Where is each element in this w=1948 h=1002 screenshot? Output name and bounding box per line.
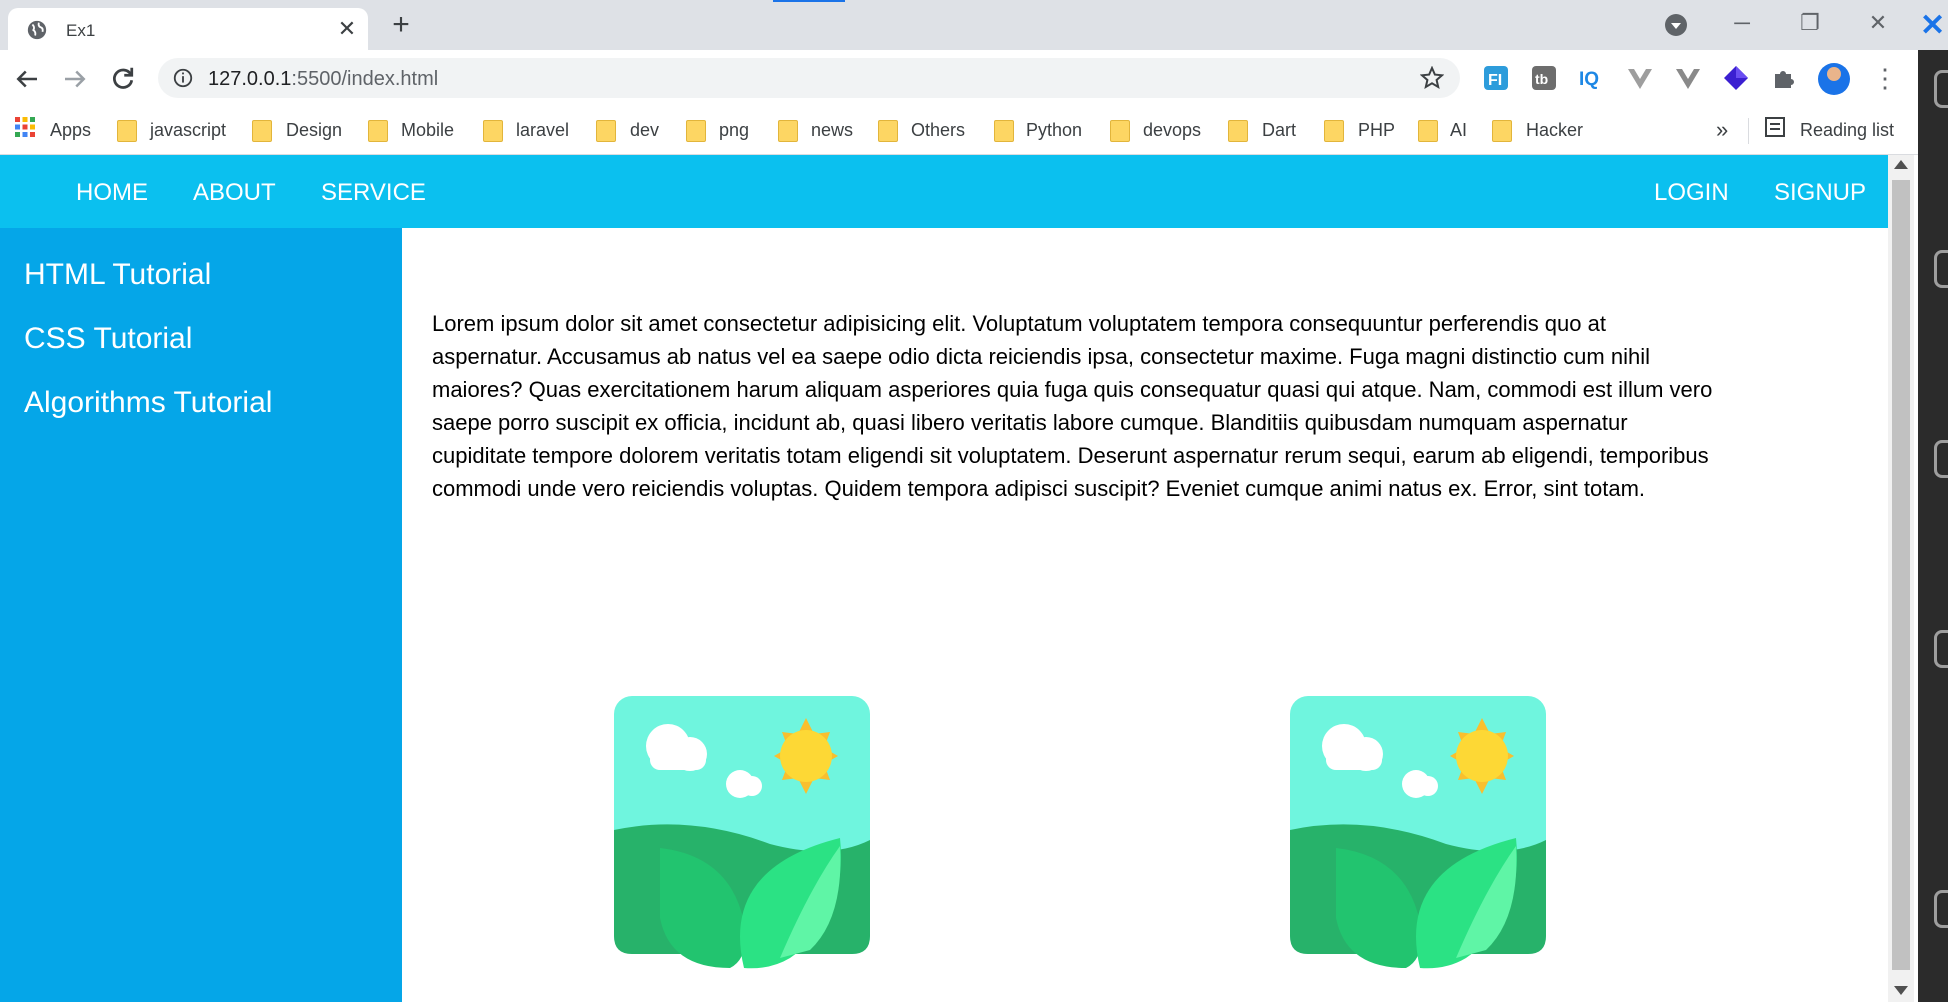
folder-icon [1418,120,1438,142]
bookmark-png[interactable]: png [719,116,749,144]
bookmark-python[interactable]: Python [1026,116,1082,144]
folder-icon [1110,120,1130,142]
nav-home-link[interactable]: HOME [76,179,148,207]
url-text[interactable]: 127.0.0.1:5500/index.html [208,68,438,91]
bookmark-javascript[interactable]: javascript [150,116,226,144]
address-bar[interactable]: 127.0.0.1:5500/index.html [158,58,1460,98]
bookmarks-bar: Apps javascript Design Mobile laravel de… [0,106,1948,155]
window-accent-strip [773,0,845,2]
puzzle-extensions-icon[interactable] [1770,64,1798,92]
bookmark-dart[interactable]: Dart [1262,116,1296,144]
tab-title: Ex1 [66,21,96,40]
globe-icon [27,20,47,40]
browser-toolbar: 127.0.0.1:5500/index.html FI tb IQ ⋮ [0,50,1948,106]
site-navbar: HOME ABOUT SERVICE LOGIN SIGNUP [0,155,1888,228]
landscape-image-icon [1290,696,1546,969]
bookmark-devops[interactable]: devops [1143,116,1201,144]
background-window-edge [1918,50,1948,1002]
bookmark-laravel[interactable]: laravel [516,116,569,144]
nav-about-link[interactable]: ABOUT [193,179,276,207]
scroll-down-arrow-icon[interactable] [1894,986,1908,995]
folder-icon [483,120,503,142]
site-info-icon[interactable] [172,67,194,89]
bookmark-hacker[interactable]: Hacker [1526,116,1583,144]
bookmark-news[interactable]: news [811,116,853,144]
forward-arrow-icon[interactable] [60,64,90,94]
folder-icon [878,120,898,142]
window-close-icon[interactable]: ✕ [1858,8,1898,38]
browser-tab-bar: Ex1 ✕ + ─ ❐ ✕ [0,0,1948,50]
sidebar-item-css-tutorial[interactable]: CSS Tutorial [24,322,192,356]
vue-extension-icon[interactable] [1626,64,1654,92]
extensions-panel-icon [1934,440,1948,478]
page-viewport: HOME ABOUT SERVICE LOGIN SIGNUP HTML Tut… [0,155,1888,1002]
folder-icon [252,120,272,142]
svg-text:FI: FI [1488,72,1502,89]
folder-icon [117,120,137,142]
bookmark-design[interactable]: Design [286,116,342,144]
bookmark-dev[interactable]: dev [630,116,659,144]
folder-icon [368,120,388,142]
reload-icon[interactable] [108,64,138,94]
folder-icon [686,120,706,142]
reading-list-icon [1765,117,1785,137]
accounts-icon [1934,890,1948,928]
svg-text:IQ: IQ [1579,69,1599,90]
back-arrow-icon[interactable] [12,64,42,94]
sidebar-item-html-tutorial[interactable]: HTML Tutorial [24,258,211,292]
browser-tab[interactable]: Ex1 ✕ [8,8,368,50]
bookmark-ai[interactable]: AI [1450,116,1467,144]
tab-search-icon[interactable] [1664,13,1688,37]
lorem-paragraph: Lorem ipsum dolor sit amet consectetur a… [432,311,1713,501]
svg-text:tb: tb [1535,71,1548,87]
vue-devtools-extension-icon[interactable] [1674,64,1702,92]
landscape-image-icon [614,696,870,969]
vscode-logo-icon: ✕ [1920,9,1946,42]
bookmark-php[interactable]: PHP [1358,116,1395,144]
bookmarks-overflow-button[interactable]: » [1716,116,1728,144]
tab-close-icon[interactable]: ✕ [334,16,360,42]
tb-extension-icon[interactable]: tb [1530,64,1558,92]
bookmark-apps[interactable]: Apps [50,116,91,144]
diamond-extension-icon[interactable] [1722,64,1750,92]
folder-icon [1492,120,1512,142]
new-tab-plus-icon[interactable]: + [386,10,416,40]
folder-icon [994,120,1014,142]
bookmark-mobile[interactable]: Mobile [401,116,454,144]
nav-signup-link[interactable]: SIGNUP [1774,179,1866,207]
fi-extension-icon[interactable]: FI [1482,64,1510,92]
folder-icon [1228,120,1248,142]
folder-icon [1324,120,1344,142]
scrollbar-thumb[interactable] [1892,180,1910,970]
reading-list-button[interactable]: Reading list [1800,116,1894,144]
bookmark-others[interactable]: Others [911,116,965,144]
bookmark-star-icon[interactable] [1420,66,1444,90]
remote-explorer-icon [1934,630,1948,668]
nav-service-link[interactable]: SERVICE [321,179,426,207]
url-path: :5500/index.html [291,68,439,90]
profile-avatar-face [1827,67,1841,81]
folder-icon [778,120,798,142]
restore-icon[interactable]: ❐ [1790,8,1830,38]
minimize-icon[interactable]: ─ [1722,8,1762,38]
apps-grid-icon[interactable] [14,116,36,138]
explorer-icon [1934,70,1948,108]
nav-login-link[interactable]: LOGIN [1654,179,1729,207]
iq-extension-icon[interactable]: IQ [1578,64,1606,92]
more-menu-icon[interactable]: ⋮ [1872,64,1898,92]
sidebar-item-algorithms-tutorial[interactable]: Algorithms Tutorial [24,386,272,420]
source-control-icon [1934,250,1948,288]
scroll-up-arrow-icon[interactable] [1894,160,1908,169]
tutorial-sidebar: HTML Tutorial CSS Tutorial Algorithms Tu… [0,228,402,1002]
url-host: 127.0.0.1 [208,68,292,90]
folder-icon [596,120,616,142]
bookmarks-divider [1748,118,1749,144]
